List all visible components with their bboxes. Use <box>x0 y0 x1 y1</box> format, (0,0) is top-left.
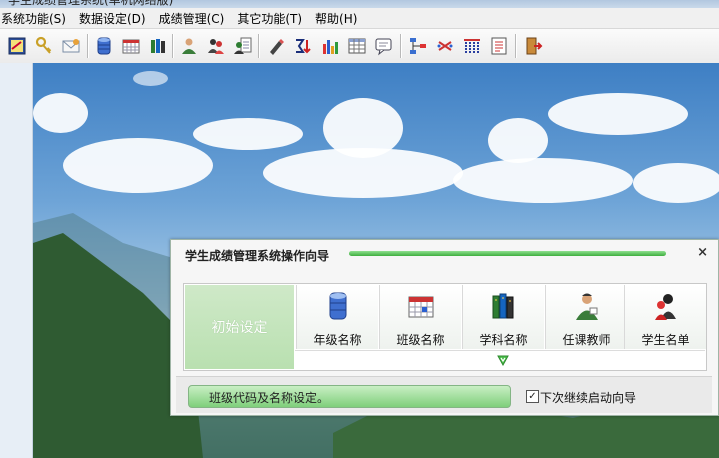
step-indicator-row <box>295 350 705 370</box>
message-icon[interactable] <box>374 36 394 56</box>
student-report-icon[interactable] <box>233 36 253 56</box>
left-dock-strip <box>0 63 33 458</box>
step-label: 任课教师 <box>562 333 611 347</box>
bar-chart-icon[interactable] <box>320 36 340 56</box>
step-label: 学生名单 <box>641 333 690 347</box>
wizard-status-area: 班级代码及名称设定。 ✓ 下次继续启动向导 <box>176 376 712 413</box>
menu-data-settings[interactable]: 数据设定(D) <box>79 10 146 27</box>
status-message: 班级代码及名称设定。 <box>209 391 330 405</box>
keys-icon[interactable] <box>34 36 54 56</box>
step-label: 年级名称 <box>313 333 362 347</box>
report-list-icon[interactable] <box>489 36 509 56</box>
students-icon <box>655 294 676 320</box>
toolbar <box>0 28 719 64</box>
step-grade-name[interactable]: 年级名称 <box>296 285 378 349</box>
step-subject-name[interactable]: 学科名称 <box>462 285 544 349</box>
menu-system[interactable]: 系统功能(S) <box>1 10 66 27</box>
books-icon[interactable] <box>148 36 168 56</box>
columns-icon[interactable] <box>462 36 482 56</box>
close-button[interactable]: × <box>697 245 708 260</box>
step-student-list[interactable]: 学生名单 <box>624 285 706 349</box>
step-teacher[interactable]: 任课教师 <box>545 285 627 349</box>
wizard-steps-panel: 初始设定 年级名称 班级名称 学科名称 任课教师 学生名单 <box>183 283 707 371</box>
notebook-icon[interactable] <box>7 36 27 56</box>
envelope-icon[interactable] <box>61 36 81 56</box>
menu-bar: 系统功能(S) 数据设定(D) 成绩管理(C) 其它功能(T) 帮助(H) <box>0 8 719 28</box>
books-icon <box>492 293 514 319</box>
teacher-icon[interactable] <box>179 36 199 56</box>
sum-sort-icon[interactable] <box>293 36 313 56</box>
grid-table-icon[interactable] <box>347 36 367 56</box>
menu-help[interactable]: 帮助(H) <box>315 10 357 27</box>
menu-score-management[interactable]: 成绩管理(C) <box>159 10 225 27</box>
org-chart-icon[interactable] <box>408 36 428 56</box>
step-class-name[interactable]: 班级名称 <box>379 285 461 349</box>
teacher-icon <box>576 293 598 320</box>
exit-door-icon[interactable] <box>523 36 543 56</box>
students-icon[interactable] <box>206 36 226 56</box>
class-calendar-icon <box>408 296 434 318</box>
continue-wizard-checkbox[interactable]: ✓ <box>526 390 539 403</box>
edit-pen-icon[interactable] <box>266 36 286 56</box>
operation-wizard-dialog: 学生成绩管理系统操作向导 × 初始设定 年级名称 班级名称 学科名称 任课教师 … <box>170 239 719 416</box>
wizard-progress-bar <box>349 251 666 256</box>
initial-setup-label: 初始设定 <box>211 320 268 336</box>
window-title-bar: 学生成绩管理系统(单机网络版) <box>0 0 719 8</box>
window-title: 学生成绩管理系统(单机网络版) <box>8 0 174 7</box>
chevron-down-icon <box>497 355 509 366</box>
step-label: 班级名称 <box>396 333 445 347</box>
database-icon[interactable] <box>94 36 114 56</box>
status-message-bar: 班级代码及名称设定。 <box>188 385 511 408</box>
random-icon[interactable] <box>435 36 455 56</box>
wizard-title: 学生成绩管理系统操作向导 <box>185 249 330 263</box>
initial-setup-step[interactable]: 初始设定 <box>185 285 294 369</box>
class-table-icon[interactable] <box>121 36 141 56</box>
continue-wizard-label[interactable]: 下次继续启动向导 <box>540 389 636 406</box>
database-icon <box>329 292 347 320</box>
wizard-progress-fill <box>349 251 666 256</box>
menu-other-functions[interactable]: 其它功能(T) <box>237 10 302 27</box>
step-label: 学科名称 <box>479 333 528 347</box>
